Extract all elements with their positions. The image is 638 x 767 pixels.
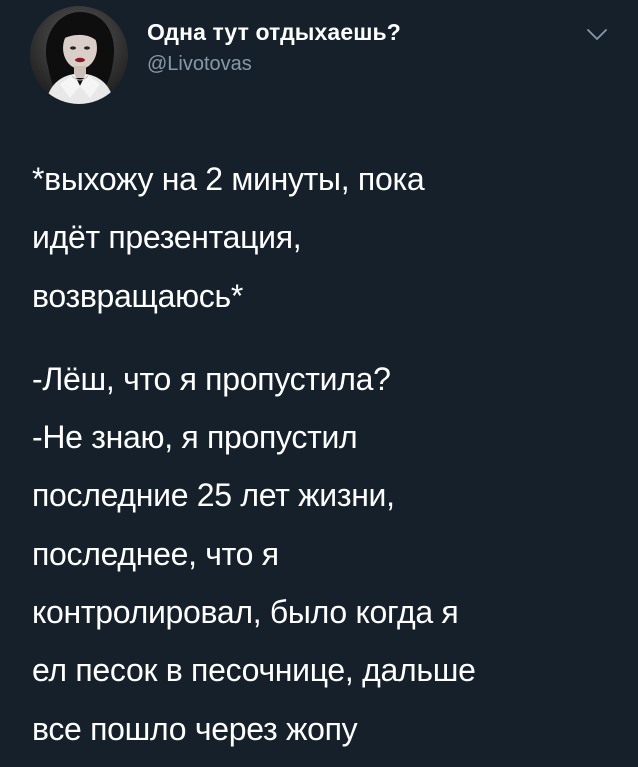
text-line: идёт презентация, <box>32 219 302 256</box>
text-line: контролировал, было когда я <box>32 594 459 631</box>
display-name[interactable]: Одна тут отдыхаешь? <box>147 19 401 46</box>
text-line: последние 25 лет жизни, <box>32 477 395 514</box>
tweet-paragraph: *выхожу на 2 минуты, пока идёт презентац… <box>32 150 622 325</box>
text-line: последнее, что я <box>32 535 279 572</box>
tweet-card: Одна тут отдыхаешь? @Livotovas *выхожу н… <box>0 0 638 767</box>
text-line: *выхожу на 2 минуты, пока <box>32 161 425 197</box>
text-line: все пошло через жопу <box>32 710 358 747</box>
text-line: -Не знаю, я пропустил <box>32 419 358 456</box>
tweet-paragraph: -Лёш, что я пропустила? -Не знаю, я проп… <box>32 350 622 758</box>
text-line: ел песок в песочнице, дальше <box>32 652 476 689</box>
avatar-image <box>30 6 128 104</box>
text-line: -Лёш, что я пропустила? <box>32 360 391 397</box>
avatar[interactable] <box>30 6 128 104</box>
text-line: возвращаюсь* <box>32 277 243 314</box>
user-handle[interactable]: @Livotovas <box>147 53 252 76</box>
tweet-text: *выхожу на 2 минуты, пока идёт презентац… <box>32 150 622 758</box>
chevron-down-icon[interactable] <box>586 28 608 42</box>
